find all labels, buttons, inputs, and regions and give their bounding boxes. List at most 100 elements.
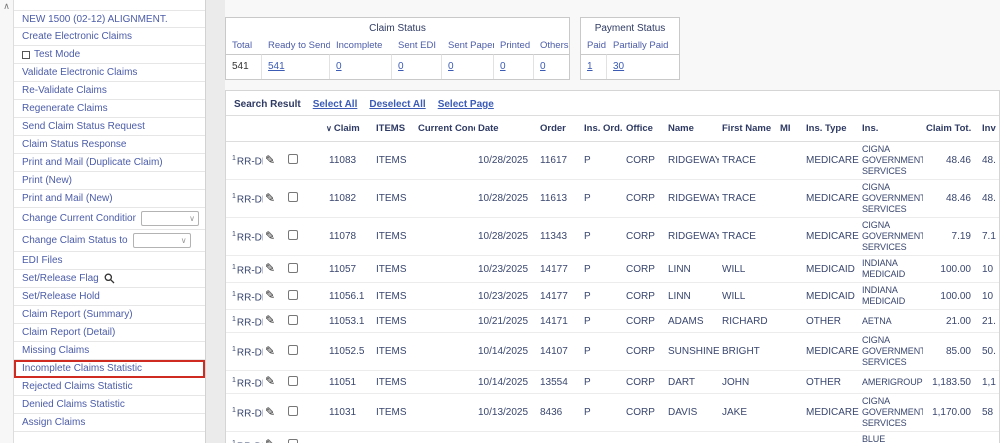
edit-pencil-icon[interactable]: ✎ [265, 191, 275, 205]
items-cell[interactable]: ITEMS [373, 142, 415, 180]
status-column-value[interactable]: 0 [392, 54, 442, 79]
sidebar-dropdown[interactable]: ∨ [133, 233, 191, 248]
sidebar-item-validate-electronic-claims[interactable]: Validate Electronic Claims ∨ [14, 64, 205, 82]
sidebar-scrollbar[interactable]: ∧ [0, 0, 14, 443]
edit-pencil-icon[interactable]: ✎ [265, 229, 275, 243]
sidebar-item-set-release-flag[interactable]: Set/Release Flag ∨ [14, 270, 205, 288]
sidebar-item-test-mode[interactable]: Test Mode ∨ [14, 46, 205, 64]
sidebar-item-set-release-hold[interactable]: Set/Release Hold ∨ [14, 288, 205, 306]
sort-chevron-icon[interactable]: ∨ [326, 124, 332, 133]
items-cell[interactable]: ITEMS [373, 256, 415, 283]
sidebar-item-create-electronic-claims[interactable]: Create Electronic Claims ∨ [14, 28, 205, 46]
sidebar-item-claim-report-detail[interactable]: Claim Report (Detail) ∨ [14, 324, 205, 342]
row-checkbox[interactable] [288, 230, 298, 240]
items-cell[interactable]: ITEMS [373, 371, 415, 394]
search-icon[interactable] [104, 273, 115, 284]
column-header-claim[interactable]: ∨Claim [323, 116, 373, 142]
edit-pencil-icon[interactable]: ✎ [265, 374, 275, 388]
claim-number[interactable]: 11082 [323, 180, 373, 218]
row-checkbox[interactable] [288, 439, 298, 443]
status-column-value[interactable]: 1 [581, 54, 607, 79]
column-header-first-name[interactable]: First Name [719, 116, 777, 142]
row-checkbox[interactable] [288, 263, 298, 273]
claim-number[interactable]: 11078 [323, 218, 373, 256]
sidebar-item-change-current-condition-to[interactable]: Change Current Condition to ∨ [14, 208, 205, 230]
claim-number[interactable]: 11052.5 [323, 333, 373, 371]
sidebar-item-regenerate-claims[interactable]: Regenerate Claims ∨ [14, 100, 205, 118]
link-deselect-all[interactable]: Deselect All [369, 99, 425, 110]
status-column-value[interactable]: 541 [262, 54, 330, 79]
sidebar-item-change-claim-status-to[interactable]: Change Claim Status to ∨ [14, 230, 205, 252]
claim-number[interactable]: 11056.1 [323, 283, 373, 310]
column-header-ins[interactable]: Ins. [859, 116, 923, 142]
edit-pencil-icon[interactable]: ✎ [265, 288, 275, 302]
row-checkbox[interactable] [288, 315, 298, 325]
sidebar-item-incomplete-claims-statistic[interactable]: Incomplete Claims Statistic ∨ [14, 360, 205, 378]
column-header-date[interactable]: Date [475, 116, 537, 142]
claims-table: ∨ClaimITEMSCurrent Cond.DateOrderIns. Or… [226, 115, 999, 443]
test-mode-checkbox[interactable] [22, 51, 30, 59]
column-header-name[interactable]: Name [665, 116, 719, 142]
row-checkbox[interactable] [288, 376, 298, 386]
column-header-claim-tot[interactable]: Claim Tot. [923, 116, 979, 142]
status-column-value[interactable]: 0 [494, 54, 534, 79]
items-cell[interactable] [373, 432, 415, 443]
row-tag-cell: 1RR-DD [226, 142, 263, 180]
sidebar-item-rejected-claims-statistic[interactable]: Rejected Claims Statistic ∨ [14, 378, 205, 396]
row-checkbox[interactable] [288, 154, 298, 164]
items-cell[interactable]: ITEMS [373, 218, 415, 256]
status-column-value[interactable]: 30 [607, 54, 679, 79]
items-cell[interactable]: ITEMS [373, 394, 415, 432]
sidebar-item-missing-claims[interactable]: Missing Claims ∨ [14, 342, 205, 360]
items-cell[interactable]: ITEMS [373, 333, 415, 371]
claim-number[interactable]: 11051 [323, 371, 373, 394]
status-column-value[interactable]: 0 [534, 54, 569, 79]
sidebar-item-edi-files[interactable]: EDI Files ∨ [14, 252, 205, 270]
items-cell[interactable]: ITEMS [373, 180, 415, 218]
edit-pencil-icon[interactable]: ✎ [265, 405, 275, 419]
status-column-label: Total [226, 37, 262, 54]
sidebar-item-claim-report-summary[interactable]: Claim Report (Summary) ∨ [14, 306, 205, 324]
status-column-value[interactable]: 0 [330, 54, 392, 79]
link-select-all[interactable]: Select All [313, 99, 358, 110]
status-column-value[interactable]: 0 [442, 54, 494, 79]
sidebar-item-print-new[interactable]: Print (New) ∨ [14, 172, 205, 190]
row-checkbox[interactable] [288, 290, 298, 300]
claim-number[interactable]: 11083 [323, 142, 373, 180]
row-checkbox[interactable] [288, 406, 298, 416]
edit-pencil-icon[interactable]: ✎ [265, 313, 275, 327]
scroll-up-arrow-icon[interactable]: ∧ [0, 0, 13, 13]
column-header-ins-type[interactable]: Ins. Type [803, 116, 859, 142]
insurance-type-cell: MEDICARE [803, 142, 859, 180]
sidebar-item-denied-claims-statistic[interactable]: Denied Claims Statistic ∨ [14, 396, 205, 414]
items-cell[interactable]: ITEMS [373, 283, 415, 310]
sidebar-item-send-claim-status-request[interactable]: Send Claim Status Request ∨ [14, 118, 205, 136]
column-header-items[interactable]: ITEMS [373, 116, 415, 142]
sidebar-item-re-validate-claims[interactable]: Re-Validate Claims ∨ [14, 82, 205, 100]
items-cell[interactable]: ITEMS [373, 310, 415, 333]
sidebar-item-new-1500-02-12-alignment[interactable]: NEW 1500 (02-12) ALIGNMENT. ∨ [14, 10, 205, 28]
column-header-inv[interactable]: Inv [979, 116, 999, 142]
claim-number[interactable]: 11053.1 [323, 310, 373, 333]
claim-number[interactable]: 11031 [323, 394, 373, 432]
column-header-ins-ord[interactable]: Ins. Ord. [581, 116, 623, 142]
link-select-page[interactable]: Select Page [438, 99, 494, 110]
edit-pencil-icon[interactable]: ✎ [265, 437, 275, 443]
sidebar-item-print-and-mail-new[interactable]: Print and Mail (New) ∨ [14, 190, 205, 208]
edit-pencil-icon[interactable]: ✎ [265, 153, 275, 167]
sidebar-dropdown[interactable]: ∨ [141, 211, 199, 226]
column-header-order[interactable]: Order [537, 116, 581, 142]
edit-pencil-icon[interactable]: ✎ [265, 261, 275, 275]
edit-pencil-icon[interactable]: ✎ [265, 344, 275, 358]
claim-number[interactable] [323, 432, 373, 443]
claim-number[interactable]: 11057 [323, 256, 373, 283]
column-header-mi[interactable]: MI [777, 116, 803, 142]
column-header-office[interactable]: Office [623, 116, 665, 142]
column-header-current-cond[interactable]: Current Cond. [415, 116, 475, 142]
row-checkbox[interactable] [288, 192, 298, 202]
insurance-name-cell: CIGNA GOVERNMENT SERVICES [859, 394, 923, 432]
sidebar-item-claim-status-response[interactable]: Claim Status Response ∨ [14, 136, 205, 154]
row-checkbox[interactable] [288, 345, 298, 355]
sidebar-item-assign-claims[interactable]: Assign Claims ∨ [14, 414, 205, 432]
sidebar-item-print-and-mail-duplicate-claim[interactable]: Print and Mail (Duplicate Claim) ∨ [14, 154, 205, 172]
